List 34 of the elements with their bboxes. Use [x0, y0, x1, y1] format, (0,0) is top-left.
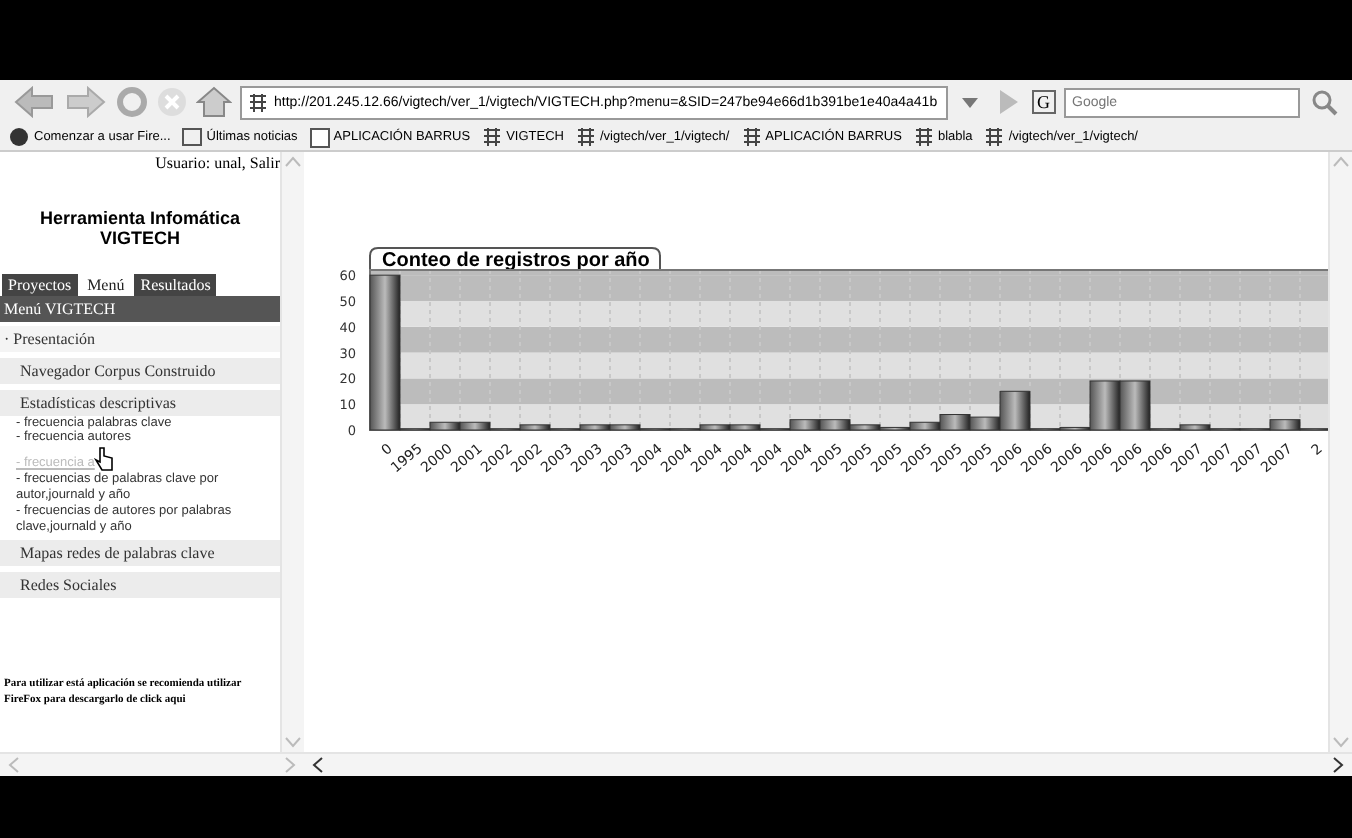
scroll-left-icon[interactable]	[310, 756, 328, 774]
menu-item[interactable]: Mapas redes de palabras clave	[0, 540, 280, 567]
search-icon[interactable]	[1308, 86, 1340, 118]
forward-icon[interactable]	[64, 86, 108, 118]
app-title: Herramienta Infomática VIGTECH	[37, 208, 243, 250]
menu-item[interactable]: Redes Sociales	[0, 572, 280, 599]
menu-header: Menú VIGTECH	[0, 295, 280, 322]
scroll-up-icon[interactable]	[284, 154, 302, 172]
favicon-icon	[482, 128, 503, 146]
stop-icon[interactable]	[156, 86, 188, 118]
scroll-down-icon[interactable]	[1332, 732, 1350, 750]
favicon-icon	[984, 128, 1005, 146]
back-icon[interactable]	[12, 86, 56, 118]
scroll-up-icon[interactable]	[1332, 154, 1350, 172]
tab[interactable]: Resultados	[134, 273, 217, 296]
tab[interactable]: Proyectos	[2, 273, 78, 296]
favicon-icon	[575, 128, 596, 146]
favicon-icon	[913, 128, 934, 146]
chart-title-tab: Conteo de registros por año	[369, 247, 661, 272]
favicon-icon	[248, 93, 268, 111]
favicon-icon	[741, 128, 762, 146]
scroll-down-icon[interactable]	[284, 732, 302, 750]
chart-title: Conteo de registros por año	[382, 250, 650, 272]
menu-item[interactable]: Navegador Corpus Construido	[0, 357, 280, 384]
tab[interactable]: Menú	[81, 273, 131, 296]
menu-item[interactable]: Estadísticas descriptivas	[0, 389, 280, 416]
user-info: Usuario: unal, Salir	[153, 152, 280, 172]
reload-icon[interactable]	[116, 86, 148, 118]
home-icon[interactable]	[196, 86, 232, 118]
globe-icon	[8, 128, 30, 146]
hand-cursor-icon	[94, 446, 115, 473]
search-engine-button[interactable]: G	[1031, 90, 1056, 114]
page-icon	[309, 127, 330, 147]
scroll-right-icon[interactable]	[1328, 756, 1346, 774]
